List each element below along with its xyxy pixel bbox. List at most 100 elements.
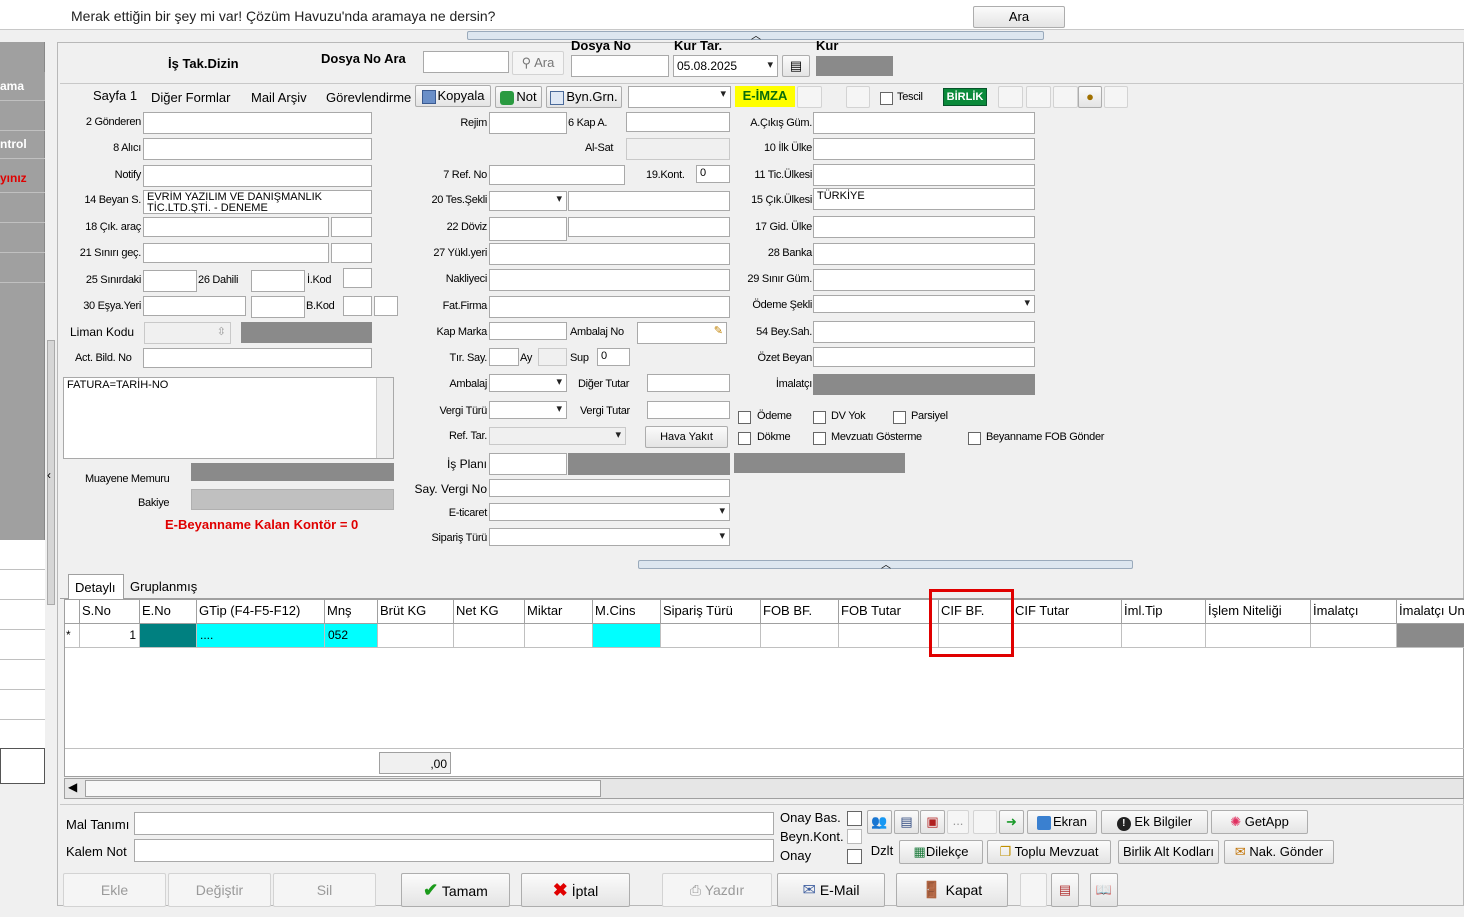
e-ticaret-select[interactable] <box>489 503 730 521</box>
sidebar-item-5[interactable] <box>0 194 45 223</box>
tab-diger-formlar[interactable]: Diğer Formlar <box>151 90 230 105</box>
cell-mns[interactable]: 052 <box>325 624 378 648</box>
col-header-eno[interactable]: E.No <box>140 600 197 624</box>
tab-detayli[interactable]: Detaylı <box>68 574 124 600</box>
cell-miktar[interactable] <box>525 624 593 648</box>
sidebar-item-14[interactable] <box>0 720 45 750</box>
col-header-m-cins[interactable]: M.Cins <box>593 600 661 624</box>
alici-input[interactable] <box>143 138 372 160</box>
vergi-turu-select[interactable] <box>489 401 567 419</box>
collapse-arrow-icon[interactable]: ‹ <box>47 468 51 482</box>
dokme-checkbox[interactable] <box>738 432 751 445</box>
al-sat-input[interactable] <box>626 138 730 160</box>
kalem-not-input[interactable] <box>134 839 774 862</box>
dosya-no-input[interactable] <box>571 55 669 77</box>
sidebar-item-11[interactable] <box>0 630 45 660</box>
col-header-imalatci-un[interactable]: İmalatçı Un <box>1397 600 1464 624</box>
cell-gtip[interactable]: .... <box>197 624 325 648</box>
fob-gonder-checkbox[interactable] <box>968 432 981 445</box>
toolbar-blank-button-6[interactable] <box>1104 86 1128 108</box>
mal-tanimi-input[interactable] <box>134 812 774 835</box>
nakliyeci-input[interactable] <box>489 269 730 291</box>
cell-net-kg[interactable] <box>454 624 525 648</box>
book-button[interactable]: 📖 <box>1090 873 1118 907</box>
col-header-brut-kg[interactable]: Brüt KG <box>378 600 454 624</box>
scroll-left-icon[interactable]: ◀ <box>68 780 77 794</box>
sinirdaki-input[interactable] <box>143 270 197 292</box>
sinir-gec-input[interactable] <box>143 243 329 263</box>
sidebar-item-2[interactable] <box>0 102 45 131</box>
toolbar-blank-button-4[interactable] <box>1026 86 1051 108</box>
doviz-desc[interactable] <box>568 217 730 237</box>
not-button[interactable]: Not <box>495 86 542 108</box>
sup-input[interactable]: 0 <box>597 348 630 366</box>
dilekce-button[interactable]: ▦Dilekçe <box>899 840 983 864</box>
act-bild-no-input[interactable] <box>143 348 372 368</box>
hava-yakit-button[interactable]: Hava Yakıt <box>645 426 728 448</box>
cell-imalatci[interactable] <box>1311 624 1397 648</box>
eimza-button[interactable]: E-İMZA <box>735 86 795 107</box>
onay-checkbox[interactable] <box>847 849 862 864</box>
beyan-s-input[interactable]: EVRİM YAZILIM VE DANIŞMANLIK TİC.LTD.ŞTİ… <box>143 190 372 214</box>
col-header-net-kg[interactable]: Net KG <box>454 600 525 624</box>
tab-mail-arsiv[interactable]: Mail Arşiv <box>251 90 307 105</box>
archive-button[interactable]: ▣ <box>920 810 945 834</box>
gonderen-input[interactable] <box>143 112 372 134</box>
i-kod-input[interactable] <box>343 268 372 288</box>
is-tak-dizin-label[interactable]: İş Tak.Dizin <box>168 56 239 71</box>
cell-cif-tutar[interactable] <box>1013 624 1122 648</box>
cell-fob-bf[interactable] <box>761 624 839 648</box>
more-button[interactable]: ... <box>947 810 969 834</box>
dahili-input[interactable] <box>251 270 305 292</box>
grid-horizontal-scrollbar[interactable]: ◀ <box>64 778 1464 799</box>
ozet-beyan-input[interactable] <box>813 347 1035 367</box>
rejim-input[interactable] <box>489 112 567 134</box>
dzlt-button[interactable]: Dzlt <box>867 840 897 864</box>
b-kod-input-2[interactable] <box>374 296 398 316</box>
col-header-cif-tutar[interactable]: CIF Tutar <box>1013 600 1122 624</box>
ek-bilgiler-button[interactable]: ! Ek Bilgiler <box>1101 810 1208 834</box>
sidebar-item-10[interactable] <box>0 600 45 630</box>
tamam-button[interactable]: ✔ Tamam <box>401 873 510 907</box>
ambalaj-select[interactable] <box>489 374 567 392</box>
col-header-fob-tutar[interactable]: FOB Tutar <box>839 600 939 624</box>
top-splitter[interactable]: ︿ <box>467 31 1044 42</box>
ekran-button[interactable]: Ekran <box>1027 810 1097 834</box>
email-button[interactable]: ✉ E-Mail <box>777 873 885 907</box>
say-vergi-no-input[interactable] <box>489 479 730 497</box>
ref-no-input[interactable] <box>489 165 625 185</box>
cik-ulkesi-input[interactable]: TÜRKİYE <box>813 188 1035 210</box>
col-header-imalatci[interactable]: İmalatçı <box>1311 600 1397 624</box>
doviz-input[interactable] <box>489 217 567 241</box>
sidebar-item-12[interactable] <box>0 660 45 690</box>
toolbar-blank-button-2[interactable] <box>846 86 870 108</box>
gid-ulke-input[interactable] <box>813 216 1035 238</box>
siparis-turu-select[interactable] <box>489 528 730 546</box>
byn-grn-button[interactable]: Byn.Grn. <box>546 86 622 108</box>
notes-memo[interactable]: FATURA=TARİH-NO <box>63 377 394 459</box>
col-header-iml-tip[interactable]: İml.Tip <box>1122 600 1206 624</box>
dv-yok-checkbox[interactable] <box>813 411 826 424</box>
liman-kodu-input[interactable]: ⇳ <box>144 322 231 344</box>
ara-button[interactable]: ⚲ Ara <box>512 51 564 75</box>
sidebar-item-3[interactable]: ntrol <box>0 130 45 159</box>
tes-sekli-desc[interactable] <box>568 191 730 211</box>
list-button[interactable]: ▤ <box>894 810 919 834</box>
cell-islem-niteligi[interactable] <box>1206 624 1311 648</box>
esya-yeri-input[interactable] <box>143 296 246 316</box>
col-header-gtip[interactable]: GTip (F4-F5-F12) <box>197 600 325 624</box>
go-button[interactable]: ➜ <box>999 810 1024 834</box>
dosya-no-ara-input[interactable] <box>423 51 509 73</box>
col-header-fob-bf[interactable]: FOB BF. <box>761 600 839 624</box>
ay-input[interactable] <box>538 348 567 366</box>
getapp-button[interactable]: ✺ GetApp <box>1211 810 1308 834</box>
col-header-islem-niteligi[interactable]: İşlem Niteliği <box>1206 600 1311 624</box>
row-indicator[interactable]: * <box>65 624 80 648</box>
sidebar-item-15[interactable] <box>0 748 45 784</box>
kur-tar-date-picker[interactable]: 05.08.2025 <box>673 55 778 77</box>
toolbar-blank-button-1[interactable] <box>797 86 822 108</box>
toplu-mevzuat-button[interactable]: ❐ Toplu Mevzuat <box>987 840 1111 864</box>
yazdir-button[interactable]: ⎙ Yazdır <box>662 873 772 907</box>
cell-sno[interactable]: 1 <box>80 624 140 648</box>
degistir-button[interactable]: Değiştir <box>168 873 271 907</box>
